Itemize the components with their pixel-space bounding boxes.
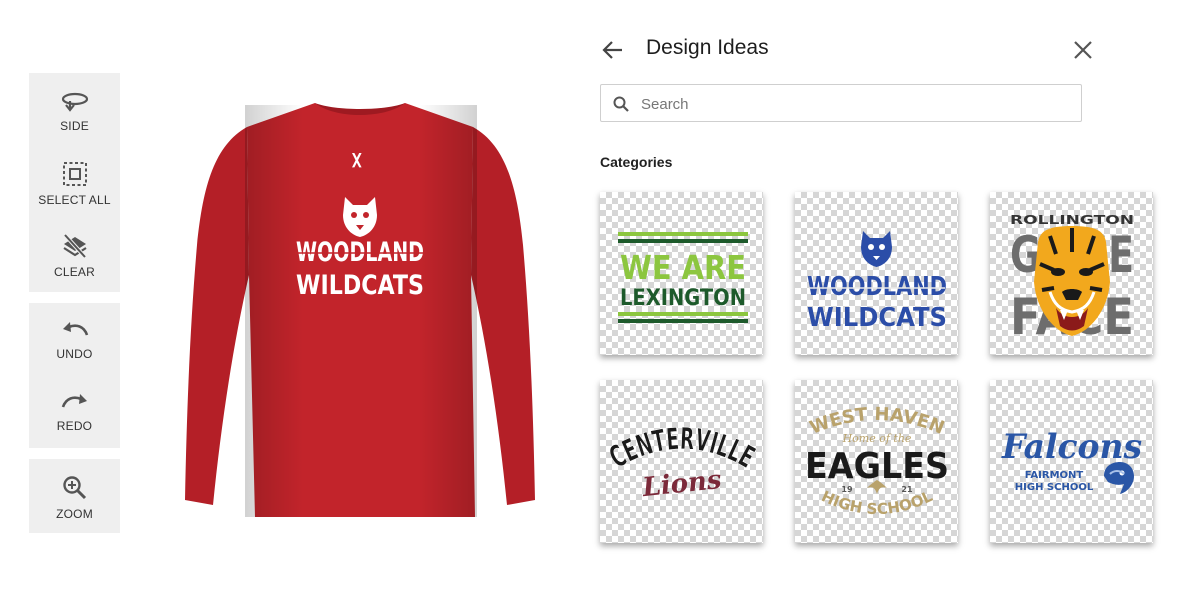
undo-icon: [62, 322, 88, 336]
design-art-lexington: WE ARE LEXINGTON: [618, 232, 748, 323]
design-art-rollington: ROLLINGTON GAME FACE: [1010, 213, 1134, 346]
design-art-centerville: CENTERVILLE Lions: [603, 422, 761, 504]
centerville-line2: Lions: [640, 465, 723, 503]
design-card-rollington[interactable]: ROLLINGTON GAME FACE: [990, 192, 1153, 355]
westhaven-script: Home of the: [842, 432, 912, 445]
woodland-line2: WILDCATS: [807, 303, 947, 333]
lexington-line2: LEXINGTON: [620, 286, 746, 311]
zoom-label: ZOOM: [56, 507, 93, 521]
back-arrow-icon[interactable]: [601, 38, 625, 62]
side-button[interactable]: SIDE: [29, 91, 120, 161]
select-all-icon: [62, 162, 87, 186]
panel-title: Design Ideas: [646, 36, 769, 59]
undo-button[interactable]: UNDO: [29, 321, 120, 391]
design-art-falcons: Falcons FAIRMONT HIGH SCHOOL: [1001, 427, 1142, 494]
clear-layers-icon: [62, 233, 87, 259]
undo-label: UNDO: [56, 347, 93, 361]
falcons-line2: FAIRMONT: [1025, 470, 1084, 481]
zoom-in-icon: [62, 476, 86, 500]
lexington-line1: WE ARE: [620, 248, 746, 287]
woodland-wildcat-icon: [861, 231, 892, 267]
zoom-button[interactable]: ZOOM: [29, 475, 120, 545]
westhaven-right-num: 21: [901, 485, 913, 494]
redo-icon: [61, 394, 87, 408]
search-icon: [613, 96, 629, 112]
westhaven-left-num: 19: [841, 485, 853, 494]
falcons-line1: Falcons: [1001, 427, 1142, 467]
search-box: [600, 84, 1082, 123]
shirt-preview[interactable]: WOODLAND WILDCATS: [175, 95, 545, 525]
toolbar-group-history: UNDO REDO: [29, 303, 120, 448]
left-sleeve: [185, 127, 249, 505]
design-card-westhaven[interactable]: WEST HAVEN Home of the EAGLES 19 21 HIGH…: [795, 380, 958, 543]
clear-button[interactable]: CLEAR: [29, 233, 120, 303]
side-label: SIDE: [60, 119, 89, 133]
design-art-westhaven: WEST HAVEN Home of the EAGLES 19 21 HIGH…: [805, 404, 949, 518]
redo-button[interactable]: REDO: [29, 393, 120, 463]
toolbar-group-edit: SIDE SELECT ALL CLEAR: [29, 73, 120, 292]
right-sleeve: [471, 127, 535, 505]
falcons-line3: HIGH SCHOOL: [1015, 482, 1094, 493]
shirt-print-line2: WILDCATS: [296, 270, 424, 301]
design-card-woodland[interactable]: WOODLAND WILDCATS: [795, 192, 958, 355]
shirt-image: WOODLAND WILDCATS: [185, 103, 535, 517]
clear-label: CLEAR: [53, 265, 95, 279]
toolbar-group-view: ZOOM: [29, 459, 120, 533]
search-input[interactable]: [639, 85, 1073, 123]
categories-heading: Categories: [600, 154, 673, 170]
design-card-lexington[interactable]: WE ARE LEXINGTON: [600, 192, 763, 355]
design-card-centerville[interactable]: CENTERVILLE Lions: [600, 380, 763, 543]
woodland-line1: WOODLAND: [807, 272, 947, 302]
rollington-top: ROLLINGTON: [1010, 213, 1134, 227]
centerville-line1: CENTERVILLE: [604, 422, 761, 476]
design-art-woodland: WOODLAND WILDCATS: [807, 231, 947, 333]
design-card-falcons[interactable]: Falcons FAIRMONT HIGH SCHOOL: [990, 380, 1153, 543]
select-all-button[interactable]: SELECT ALL: [29, 161, 120, 231]
redo-label: REDO: [56, 419, 93, 433]
falcon-head-icon: [1104, 462, 1134, 494]
rotate-side-icon: [61, 92, 88, 112]
close-icon[interactable]: [1072, 39, 1094, 61]
select-all-label: SELECT ALL: [38, 193, 111, 207]
